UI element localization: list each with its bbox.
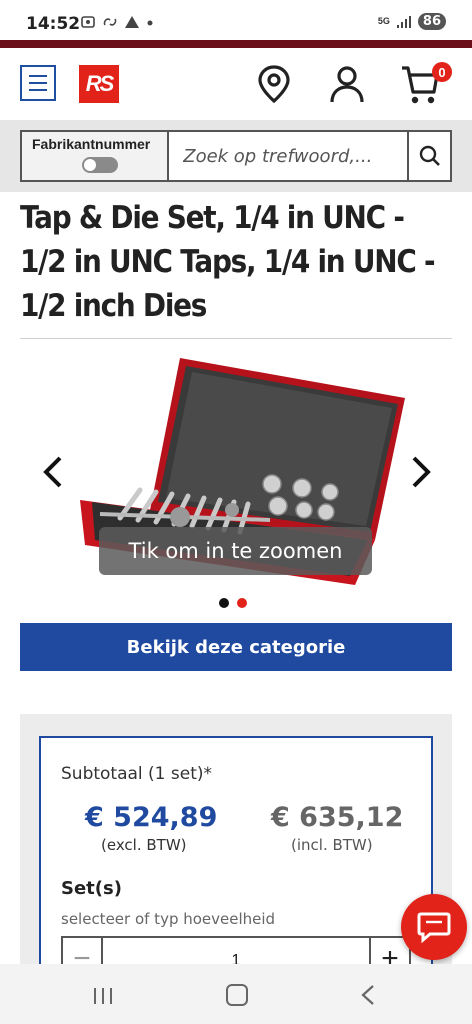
back-icon[interactable] <box>360 984 376 1006</box>
previous-image-arrow-icon[interactable] <box>40 455 64 489</box>
network-type: 5G <box>377 16 390 26</box>
price-incl-label: (incl. BTW) <box>291 836 373 854</box>
product-title: Tap & Die Set, 1/4 in UNC - 1/2 in UNC T… <box>20 200 436 324</box>
chat-button[interactable] <box>401 894 467 960</box>
system-nav-bar <box>0 964 472 1024</box>
title-divider <box>20 338 452 339</box>
price-incl-vat: € 635,12 <box>271 802 404 833</box>
search-bar: Fabrikantnummer <box>20 130 452 182</box>
rs-logo[interactable]: RS <box>79 65 119 103</box>
gallery-dot-1[interactable] <box>219 598 229 608</box>
search-input[interactable] <box>169 132 408 180</box>
battery-level: 86 <box>417 13 446 30</box>
site-header: RS <box>0 48 472 120</box>
gallery-dots <box>219 598 247 608</box>
cart-count-badge: 0 <box>432 62 452 82</box>
notification-icons <box>80 14 154 30</box>
part-number-toggle[interactable]: Fabrikantnummer <box>22 132 170 180</box>
warning-icon <box>125 16 139 28</box>
toggle-switch[interactable] <box>82 157 118 173</box>
search-button[interactable] <box>407 132 450 180</box>
menu-icon <box>29 75 47 77</box>
link-icon <box>103 18 117 26</box>
brand-line <box>0 40 472 48</box>
user-icon[interactable] <box>329 64 365 104</box>
price-excl-label: (excl. BTW) <box>101 836 187 854</box>
status-right: 5G 86 <box>378 13 446 30</box>
view-category-button[interactable]: Bekijk deze categorie <box>20 623 452 671</box>
zoom-hint[interactable]: Tik om in te zoomen <box>99 527 372 575</box>
status-time: 14:52 <box>26 14 81 34</box>
home-icon[interactable] <box>226 984 248 1006</box>
product-gallery[interactable]: Tik om in te zoomen <box>0 340 472 620</box>
subtotal-label: Subtotaal (1 set)* <box>61 764 213 784</box>
price-card: Subtotaal (1 set)* € 524,89 € 635,12 (ex… <box>39 736 433 980</box>
recent-apps-icon[interactable] <box>92 986 114 1006</box>
price-excl-vat: € 524,89 <box>85 802 218 833</box>
gallery-dot-2[interactable] <box>237 598 247 608</box>
part-number-label: Fabrikantnummer <box>32 136 151 152</box>
quantity-hint: selecteer of typ hoeveelheid <box>61 910 276 928</box>
menu-button[interactable] <box>20 65 56 101</box>
chat-bubble-icon <box>417 912 451 944</box>
quantity-label: Set(s) <box>61 878 122 899</box>
location-pin-icon[interactable] <box>256 64 292 104</box>
status-bar: 14:52 5G 86 <box>0 0 472 40</box>
dot-icon <box>147 20 153 26</box>
screenshot-icon <box>81 16 95 28</box>
next-image-arrow-icon[interactable] <box>410 455 434 489</box>
search-icon <box>419 145 440 166</box>
signal-icon <box>396 15 411 28</box>
